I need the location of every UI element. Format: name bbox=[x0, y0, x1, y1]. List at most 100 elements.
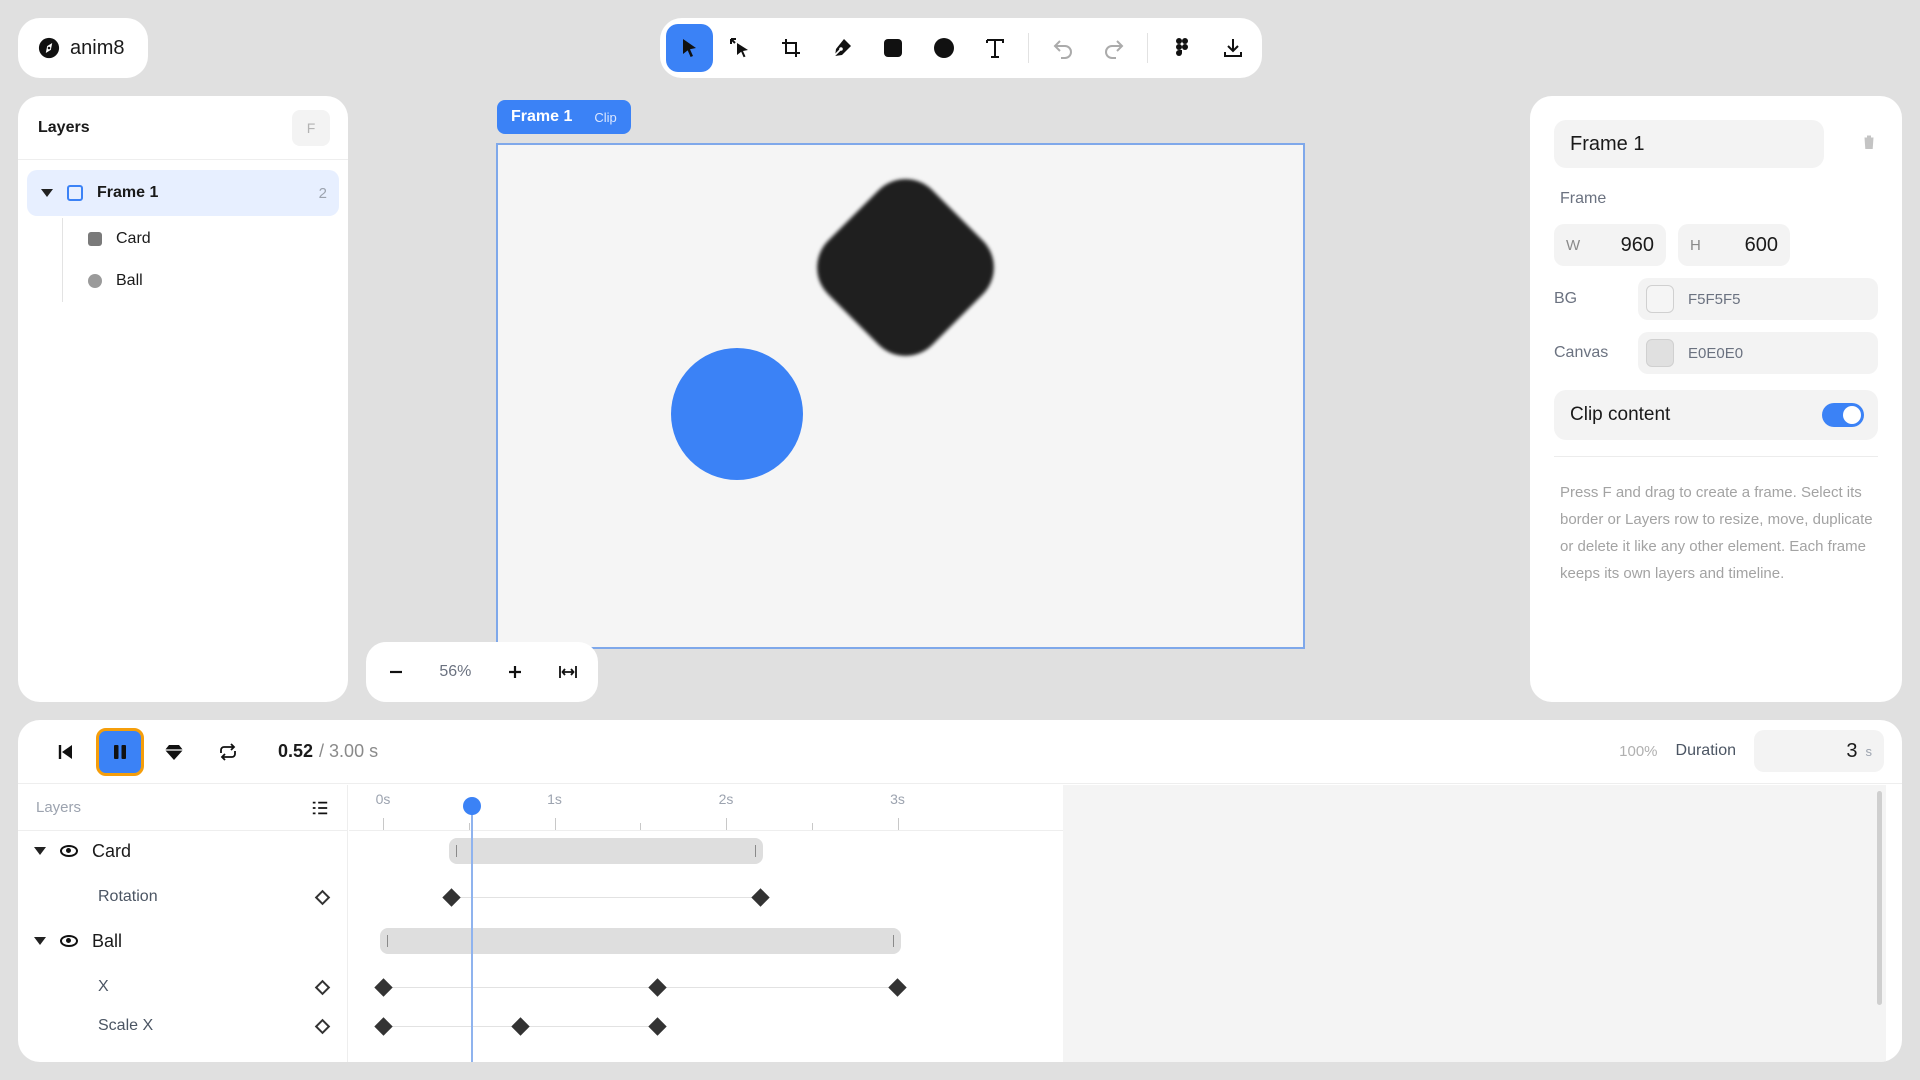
figma-icon bbox=[1175, 38, 1188, 56]
zoom-out-icon[interactable] bbox=[386, 662, 406, 682]
keyframe-diamond[interactable] bbox=[373, 977, 393, 997]
keyframe-diamond[interactable] bbox=[751, 887, 770, 907]
frame-row-label: Frame 1 bbox=[97, 184, 159, 201]
rectangle-tool[interactable] bbox=[869, 24, 917, 72]
pause-button[interactable] bbox=[96, 727, 144, 776]
keyframe-toggle-icon[interactable] bbox=[314, 1018, 331, 1034]
text-tool[interactable] bbox=[971, 24, 1019, 72]
clip-content-toggle[interactable] bbox=[1822, 403, 1864, 427]
height-value: 600 bbox=[1744, 233, 1778, 256]
playback-controls: 0.52 / 3.00 s 100% Duration 3 s bbox=[18, 720, 1902, 784]
playhead-line[interactable] bbox=[471, 803, 474, 1062]
zoom-controls: 56% bbox=[366, 642, 598, 702]
properties-panel: Frame 1 Frame W 960 H 600 BG F5F5F5 Canv… bbox=[1530, 96, 1902, 702]
gem-icon bbox=[165, 744, 183, 760]
chevron-down-icon[interactable] bbox=[34, 937, 46, 945]
zoom-in-icon[interactable] bbox=[505, 662, 525, 682]
timeline-body: Layers Card Rotation Ball X Scale X 0s 1… bbox=[18, 785, 1902, 1062]
keyframe-diamond[interactable] bbox=[510, 1016, 530, 1036]
skip-to-start-button[interactable] bbox=[42, 728, 90, 776]
redo-button[interactable] bbox=[1090, 24, 1138, 72]
keyframe-connector bbox=[451, 897, 761, 898]
pen-icon bbox=[832, 39, 852, 58]
fit-width-icon[interactable] bbox=[558, 662, 578, 682]
undo-button[interactable] bbox=[1039, 24, 1087, 72]
canvas-color-row: Canvas E0E0E0 bbox=[1554, 332, 1878, 374]
add-keyframe-button[interactable] bbox=[150, 728, 198, 776]
bg-label: BG bbox=[1554, 290, 1578, 307]
keyframe-diamond[interactable] bbox=[373, 1016, 393, 1036]
timeline-empty-area bbox=[1063, 785, 1886, 1062]
zoom-level[interactable]: 56% bbox=[439, 663, 471, 681]
select-tool[interactable] bbox=[665, 24, 714, 72]
track-label: Rotation bbox=[98, 888, 158, 905]
ball-shape[interactable] bbox=[671, 348, 803, 480]
list-options-icon[interactable] bbox=[311, 799, 329, 817]
layer-row-card[interactable]: Card bbox=[62, 218, 348, 260]
toolbar-separator bbox=[1028, 33, 1030, 63]
ruler-label: 0s bbox=[375, 791, 391, 807]
ruler-tick bbox=[640, 823, 642, 830]
width-field[interactable]: W 960 bbox=[1554, 224, 1666, 266]
square-icon bbox=[88, 232, 102, 246]
figma-import-button[interactable] bbox=[1158, 24, 1206, 72]
frame-name-input[interactable]: Frame 1 bbox=[1554, 120, 1824, 168]
timeline-track-scale-x[interactable]: Scale X bbox=[18, 1006, 348, 1046]
keyframe-diamond[interactable] bbox=[888, 977, 907, 997]
timeline-scrollbar[interactable] bbox=[1877, 791, 1882, 1005]
time-ruler[interactable]: 0s 1s 2s 3s bbox=[349, 785, 1063, 831]
timeline-track-x[interactable]: X bbox=[18, 967, 348, 1007]
playback-speed[interactable]: 100% bbox=[1619, 743, 1657, 760]
duration-input[interactable]: 3 s bbox=[1754, 730, 1884, 772]
bg-color-field[interactable]: F5F5F5 bbox=[1638, 278, 1878, 320]
frame-tool[interactable] bbox=[767, 24, 815, 72]
clip-bar-ball[interactable] bbox=[380, 928, 901, 954]
frame-clip-badge: Clip bbox=[594, 109, 617, 125]
frame-icon bbox=[782, 39, 801, 57]
keyframe-diamond[interactable] bbox=[648, 1016, 667, 1036]
ellipse-tool[interactable] bbox=[920, 24, 968, 72]
redo-icon bbox=[1104, 40, 1124, 59]
properties-header: Frame 1 bbox=[1554, 120, 1878, 168]
timeline-group-ball[interactable]: Ball bbox=[18, 921, 348, 961]
frame-layer-count: 2 bbox=[318, 184, 327, 202]
ruler-label: 2s bbox=[718, 791, 734, 807]
frame-tag[interactable]: Frame 1 Clip bbox=[497, 100, 631, 134]
height-field[interactable]: H 600 bbox=[1678, 224, 1790, 266]
width-value: 960 bbox=[1620, 233, 1654, 256]
app-badge[interactable]: anim8 bbox=[18, 18, 148, 78]
clip-bar-card[interactable] bbox=[448, 838, 764, 864]
layers-panel-title: Layers bbox=[38, 118, 90, 136]
rectangle-icon bbox=[884, 39, 903, 57]
card-shape[interactable] bbox=[801, 163, 1010, 372]
eye-icon[interactable] bbox=[60, 935, 78, 947]
bg-swatch[interactable] bbox=[1646, 285, 1674, 313]
timeline-group-card[interactable]: Card bbox=[18, 831, 348, 871]
keyframe-diamond[interactable] bbox=[648, 977, 667, 997]
pen-tool[interactable] bbox=[818, 24, 866, 72]
timeline-track-area[interactable]: 0s 1s 2s 3s bbox=[349, 785, 1063, 1062]
loop-button[interactable] bbox=[204, 728, 252, 776]
layer-row-ball[interactable]: Ball bbox=[62, 260, 348, 302]
canvas-color-field[interactable]: E0E0E0 bbox=[1638, 332, 1878, 374]
current-time: 0.52 bbox=[278, 741, 314, 761]
keyframe-toggle-icon[interactable] bbox=[314, 889, 331, 905]
chevron-down-icon[interactable] bbox=[41, 189, 53, 197]
chevron-down-icon[interactable] bbox=[34, 847, 46, 855]
layer-row-frame-1[interactable]: Frame 1 2 bbox=[27, 170, 339, 216]
eye-icon[interactable] bbox=[60, 845, 78, 857]
delete-frame-button[interactable] bbox=[1860, 133, 1878, 156]
text-icon bbox=[985, 39, 1004, 58]
ruler-tick bbox=[897, 818, 899, 830]
export-button[interactable] bbox=[1209, 24, 1257, 72]
canvas-swatch[interactable] bbox=[1646, 339, 1674, 367]
direct-select-tool[interactable] bbox=[716, 24, 764, 72]
add-frame-shortcut-button[interactable]: F bbox=[292, 109, 330, 146]
track-label: X bbox=[98, 978, 109, 995]
skip-back-icon bbox=[58, 744, 72, 759]
keyframe-diamond[interactable] bbox=[442, 887, 461, 907]
timeline-track-rotation[interactable]: Rotation bbox=[18, 877, 348, 917]
ruler-label: 3s bbox=[890, 791, 905, 807]
keyframe-toggle-icon[interactable] bbox=[314, 979, 331, 995]
frame-canvas[interactable] bbox=[496, 143, 1305, 649]
